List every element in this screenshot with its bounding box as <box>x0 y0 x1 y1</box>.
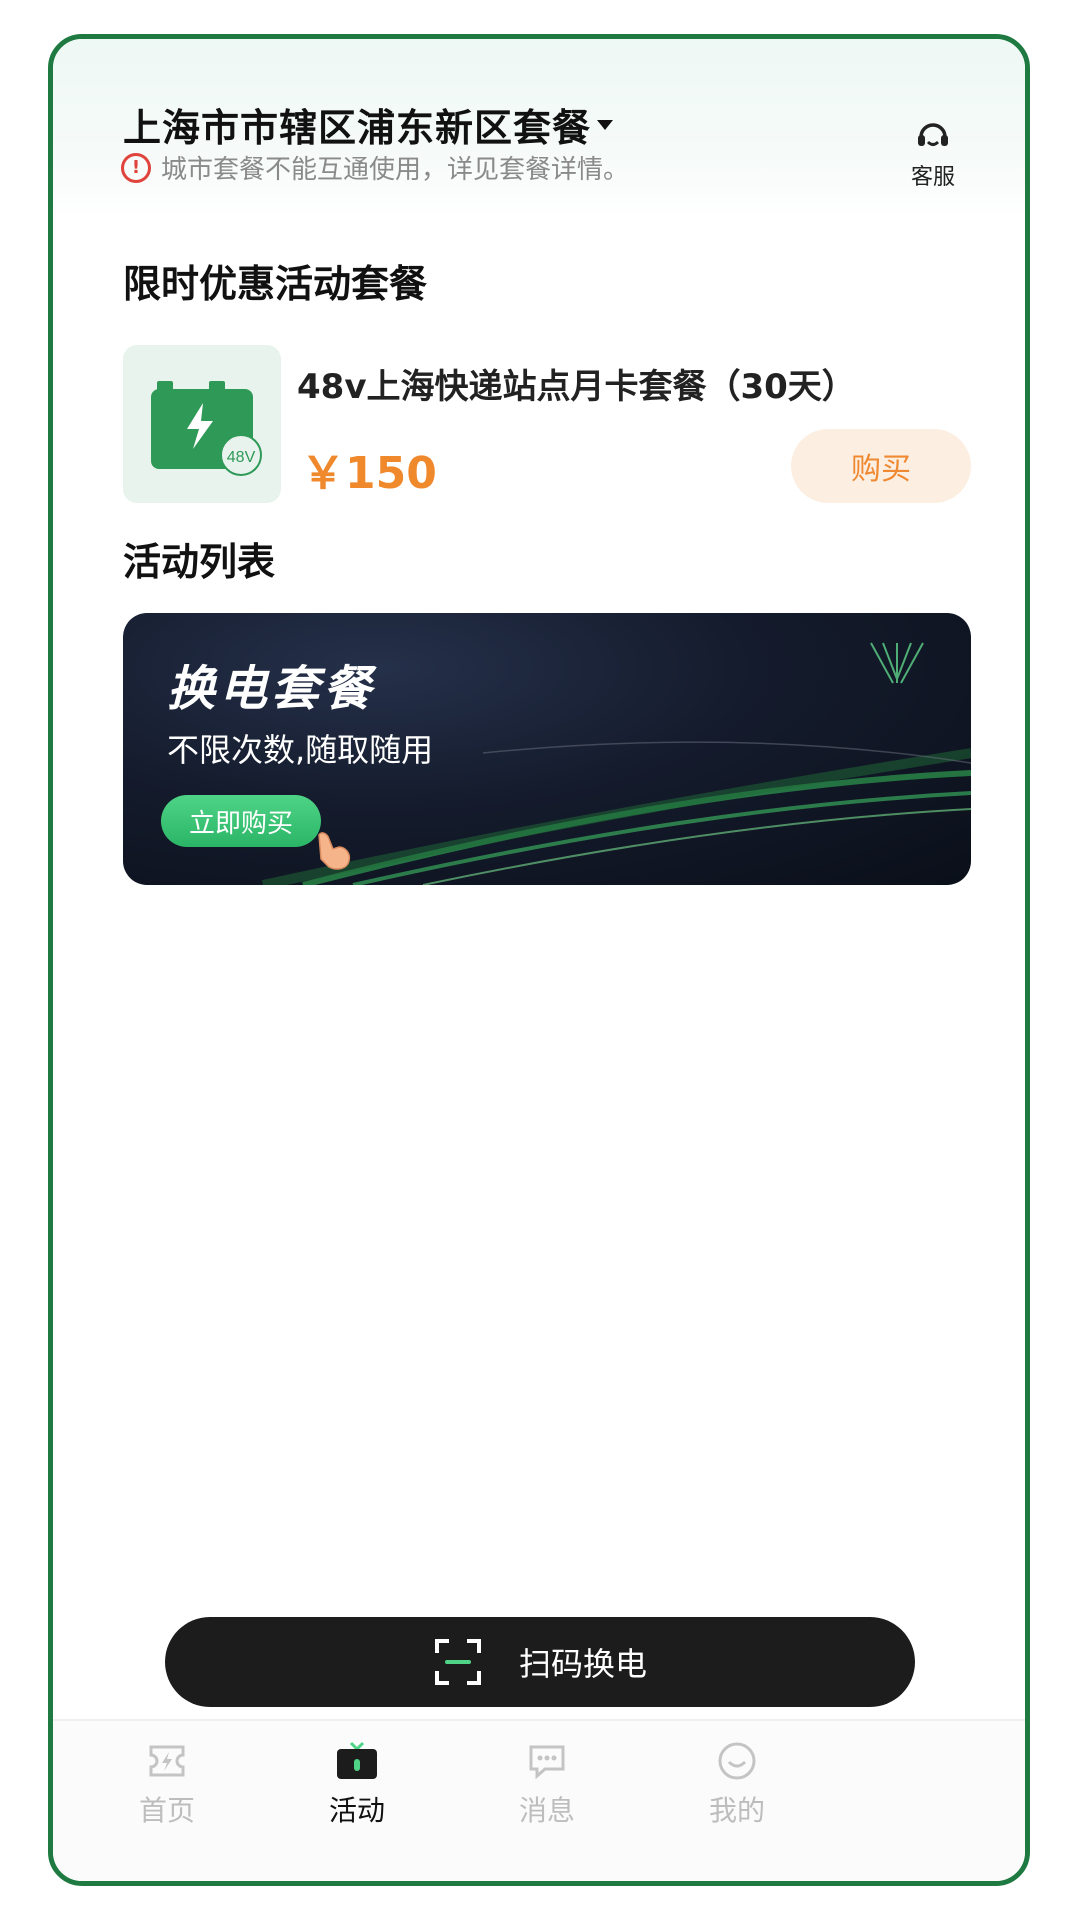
tab-home-label: 首页 <box>138 1794 195 1827</box>
tab-messages[interactable]: 消息 <box>477 1739 617 1829</box>
banner-subtitle: 不限次数,随取随用 <box>167 731 434 769</box>
tab-profile-label: 我的 <box>708 1794 765 1827</box>
phone-frame: 上海市市辖区浦东新区套餐 ! 城市套餐不能互通使用，详见套餐详情。 客服 限时优… <box>48 34 1030 1886</box>
tab-profile[interactable]: 我的 <box>667 1739 807 1829</box>
promo-section-title: 限时优惠活动套餐 <box>123 262 428 306</box>
scan-swap-button[interactable]: 扫码换电 <box>165 1617 915 1707</box>
scan-icon <box>434 1639 481 1685</box>
package-card[interactable]: 48V 48v上海快递站点月卡套餐（30天） ￥150 购买 <box>123 345 971 505</box>
package-name: 48v上海快递站点月卡套餐（30天） <box>297 367 856 407</box>
tab-messages-label: 消息 <box>518 1794 575 1827</box>
warning-icon: ! <box>121 152 151 183</box>
pointing-hand-icon <box>318 832 351 870</box>
chat-icon <box>529 1745 565 1780</box>
svg-text:48V: 48V <box>227 449 256 466</box>
banner-title: 换电套餐 <box>167 661 376 717</box>
package-price: ￥150 <box>301 448 437 499</box>
ticket-icon <box>149 1745 185 1777</box>
banner-buy-now-button[interactable]: 立即购买 <box>161 795 321 847</box>
customer-service-button[interactable]: 客服 <box>903 117 963 191</box>
brand-logo-icon <box>870 642 924 684</box>
tab-activity-label: 活动 <box>328 1794 385 1827</box>
gift-box-icon <box>337 1741 377 1779</box>
package-thumbnail: 48V <box>123 345 281 503</box>
customer-service-label: 客服 <box>910 165 955 190</box>
city-title: 上海市市辖区浦东新区套餐 <box>123 106 592 150</box>
tab-home[interactable]: 首页 <box>97 1739 237 1829</box>
swap-package-banner[interactable]: 换电套餐 不限次数,随取随用 立即购买 <box>123 613 971 885</box>
headset-icon <box>918 123 948 146</box>
battery-icon: 48V <box>151 381 262 476</box>
city-selector[interactable]: 上海市市辖区浦东新区套餐 <box>123 97 614 152</box>
smile-icon <box>718 1742 756 1780</box>
notice-row: ! 城市套餐不能互通使用，详见套餐详情。 <box>121 149 629 186</box>
notice-text: 城市套餐不能互通使用，详见套餐详情。 <box>161 155 630 185</box>
caret-down-icon <box>597 119 614 130</box>
activity-section-title: 活动列表 <box>123 540 276 584</box>
buy-button[interactable]: 购买 <box>791 429 971 503</box>
scan-swap-label: 扫码换电 <box>518 1645 647 1683</box>
bottom-tab-bar: 首页 活动 消息 我的 <box>53 1719 1025 1881</box>
tab-activity[interactable]: 活动 <box>287 1739 427 1829</box>
